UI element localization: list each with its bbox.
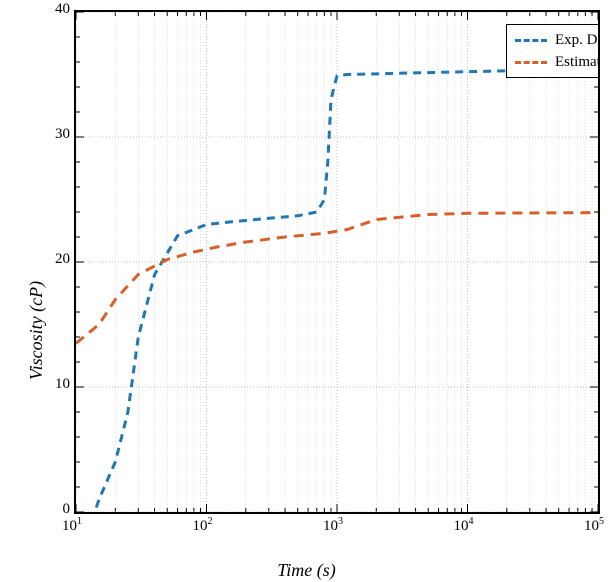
- x-tick-label: 101: [62, 516, 82, 535]
- x-tick-label: 102: [193, 516, 213, 535]
- legend-swatch-estimated: [515, 61, 547, 64]
- legend-label-estimated: Estimated: [555, 54, 600, 71]
- legend-swatch-exp-data: [515, 39, 547, 42]
- x-tick-label: 103: [323, 516, 343, 535]
- x-axis-label: Time (s): [0, 560, 613, 581]
- y-tick-label: 40: [40, 1, 70, 18]
- x-tick-label: 104: [454, 516, 474, 535]
- x-tick-label: 105: [584, 516, 604, 535]
- y-axis-label: Viscosity (cP): [26, 130, 608, 380]
- legend-item-exp-data: Exp. Data: [515, 29, 600, 51]
- y-tick-label: 0: [40, 501, 70, 518]
- legend-item-estimated: Estimated: [515, 51, 600, 73]
- legend-box: Exp. Data Estimated: [506, 24, 600, 78]
- legend-label-exp-data: Exp. Data: [555, 32, 600, 49]
